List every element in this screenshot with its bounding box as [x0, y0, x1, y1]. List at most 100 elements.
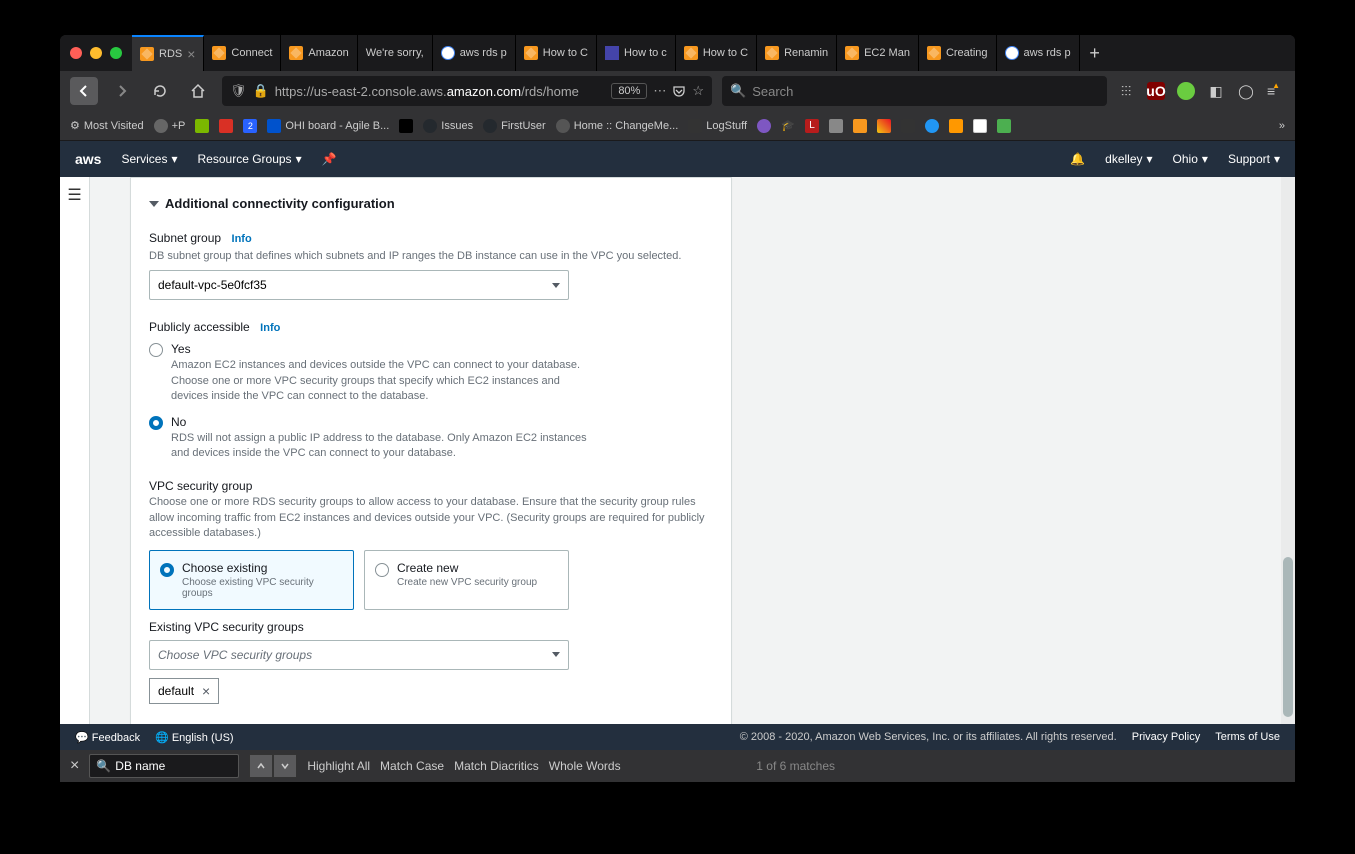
- bookmark-item[interactable]: L: [805, 119, 819, 133]
- subnet-select[interactable]: default-vpc-5e0fcf35: [149, 270, 569, 300]
- tab-label: Connect: [231, 47, 272, 59]
- find-next-button[interactable]: [273, 754, 297, 778]
- new-tab-button[interactable]: +: [1080, 35, 1110, 71]
- resource-groups-menu[interactable]: Resource Groups▾: [198, 152, 302, 166]
- sg-choose-existing[interactable]: Choose existing Choose existing VPC secu…: [149, 550, 354, 610]
- publicly-yes-option[interactable]: Yes Amazon EC2 instances and devices out…: [149, 342, 713, 404]
- scrollbar-thumb[interactable]: [1283, 557, 1293, 717]
- close-findbar-button[interactable]: ×: [70, 757, 79, 775]
- feedback-link[interactable]: 💬 Feedback: [75, 731, 140, 744]
- bookmark-overflow[interactable]: »: [1279, 120, 1285, 132]
- bookmark-item[interactable]: [829, 119, 843, 133]
- bookmark-item[interactable]: [219, 119, 233, 133]
- content-scroll[interactable]: Additional connectivity configuration Su…: [90, 177, 1295, 724]
- bookmark-firstuser[interactable]: FirstUser: [483, 119, 546, 133]
- site-icon: 2: [243, 119, 257, 133]
- account-icon[interactable]: ◯: [1237, 82, 1255, 100]
- back-button[interactable]: [70, 77, 98, 105]
- match-diacritics-toggle[interactable]: Match Diacritics: [454, 759, 539, 773]
- bell-icon[interactable]: 🔔: [1070, 152, 1085, 166]
- bookmark-changeme[interactable]: Home :: ChangeMe...: [556, 119, 679, 133]
- bookmark-item[interactable]: [877, 119, 891, 133]
- find-input[interactable]: 🔍 DB name: [89, 754, 239, 778]
- privacy-link[interactable]: Privacy Policy: [1132, 731, 1200, 743]
- bookmark-item[interactable]: [925, 119, 939, 133]
- bookmark-item[interactable]: [997, 119, 1011, 133]
- tab-google-2[interactable]: aws rds p: [997, 35, 1080, 71]
- minimize-window-button[interactable]: [90, 47, 102, 59]
- highlight-all-toggle[interactable]: Highlight All: [307, 759, 370, 773]
- tab-howto-3[interactable]: How to C: [676, 35, 757, 71]
- tab-creating[interactable]: Creating: [919, 35, 997, 71]
- sg-tag-default[interactable]: default ×: [149, 678, 219, 704]
- services-menu[interactable]: Services▾: [121, 152, 177, 166]
- search-bar[interactable]: 🔍 Search: [722, 76, 1107, 106]
- scrollbar[interactable]: [1281, 177, 1295, 724]
- tab-amazon[interactable]: Amazon: [281, 35, 357, 71]
- extension-icon[interactable]: [1177, 82, 1195, 100]
- tab-rds[interactable]: RDS×: [132, 35, 204, 71]
- tab-howto-1[interactable]: How to C: [516, 35, 597, 71]
- info-link[interactable]: Info: [232, 233, 252, 245]
- publicly-no-option[interactable]: No RDS will not assign a public IP addre…: [149, 415, 713, 462]
- match-case-toggle[interactable]: Match Case: [380, 759, 444, 773]
- tab-connect[interactable]: Connect: [204, 35, 281, 71]
- sg-card-desc: Choose existing VPC security groups: [182, 577, 343, 599]
- menu-icon[interactable]: ≡▲: [1267, 82, 1285, 100]
- library-icon[interactable]: ⫶⫶⫶: [1117, 82, 1135, 100]
- bookmark-item[interactable]: [973, 119, 987, 133]
- support-menu[interactable]: Support▾: [1228, 152, 1280, 166]
- tab-sorry[interactable]: We're sorry,: [358, 35, 433, 71]
- more-icon[interactable]: ⋯: [653, 83, 666, 99]
- panel-header[interactable]: Additional connectivity configuration: [149, 196, 713, 211]
- tab-label: How to C: [703, 47, 748, 59]
- bookmark-star-icon[interactable]: ☆: [692, 83, 704, 99]
- pocket-icon[interactable]: [672, 84, 686, 98]
- pin-button[interactable]: 📌: [322, 152, 337, 166]
- bookmark-issues[interactable]: Issues: [423, 119, 473, 133]
- existing-sg-select[interactable]: Choose VPC security groups: [149, 640, 569, 670]
- sidebar-icon[interactable]: ◧: [1207, 82, 1225, 100]
- bookmark-item[interactable]: [757, 119, 771, 133]
- bookmark-item[interactable]: 2: [243, 119, 257, 133]
- maximize-window-button[interactable]: [110, 47, 122, 59]
- reload-button[interactable]: [146, 77, 174, 105]
- remove-tag-icon[interactable]: ×: [202, 683, 210, 699]
- bookmark-item[interactable]: [399, 119, 413, 133]
- terms-link[interactable]: Terms of Use: [1215, 731, 1280, 743]
- find-prev-button[interactable]: [249, 754, 273, 778]
- whole-words-toggle[interactable]: Whole Words: [549, 759, 621, 773]
- user-menu[interactable]: dkelley▾: [1105, 152, 1152, 166]
- bookmark-plus-p[interactable]: +P: [154, 119, 186, 133]
- home-button[interactable]: [184, 77, 212, 105]
- bookmark-item[interactable]: [853, 119, 867, 133]
- tab-ec2[interactable]: EC2 Man: [837, 35, 919, 71]
- zoom-indicator[interactable]: 80%: [611, 83, 647, 99]
- chevron-down-icon: ▾: [1274, 152, 1280, 166]
- tab-label: aws rds p: [460, 47, 507, 59]
- bookmark-item[interactable]: [949, 119, 963, 133]
- tab-howto-2[interactable]: How to c: [597, 35, 676, 71]
- forward-button[interactable]: [108, 77, 136, 105]
- close-tab-icon[interactable]: ×: [187, 46, 195, 62]
- sg-create-new[interactable]: Create new Create new VPC security group: [364, 550, 569, 610]
- chevron-down-icon: ▾: [1147, 152, 1153, 166]
- aws-logo[interactable]: aws: [75, 151, 101, 167]
- url-bar[interactable]: 🛡 🔒 https://us-east-2.console.aws.amazon…: [222, 76, 712, 106]
- bookmark-item[interactable]: [901, 119, 915, 133]
- region-menu[interactable]: Ohio▾: [1173, 152, 1208, 166]
- bookmark-most-visited[interactable]: ⚙Most Visited: [70, 119, 144, 132]
- radio-icon-selected: [160, 563, 174, 577]
- tab-google-1[interactable]: aws rds p: [433, 35, 516, 71]
- bookmark-logstuff[interactable]: LogStuff: [688, 119, 747, 133]
- info-link[interactable]: Info: [260, 322, 280, 334]
- close-window-button[interactable]: [70, 47, 82, 59]
- ublock-icon[interactable]: uO: [1147, 82, 1165, 100]
- language-selector[interactable]: 🌐 English (US): [155, 731, 234, 744]
- bookmark-ohi[interactable]: OHI board - Agile B...: [267, 119, 389, 133]
- bookmark-item[interactable]: 🎓: [781, 119, 795, 133]
- sidebar-toggle[interactable]: ☰: [60, 177, 90, 724]
- bookmark-item[interactable]: [195, 119, 209, 133]
- radio-icon: [375, 563, 389, 577]
- tab-renaming[interactable]: Renamin: [757, 35, 837, 71]
